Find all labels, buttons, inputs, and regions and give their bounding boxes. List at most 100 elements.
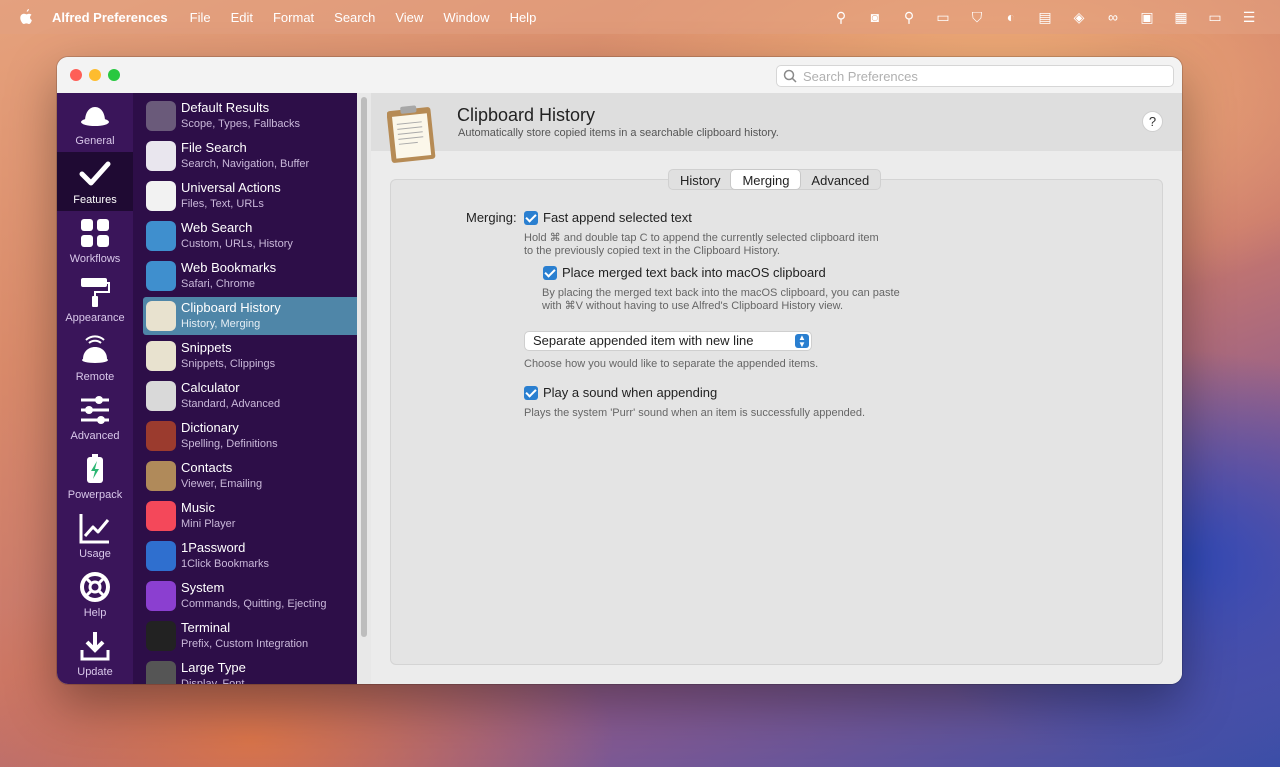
feature-subtitle: Prefix, Custom Integration [181,638,309,650]
place-back-checkbox[interactable] [543,266,557,280]
checkmark-icon [79,161,111,186]
control-center-icon[interactable]: ☰ [1232,9,1266,26]
settings-panel: Merging: Fast append selected text Hold … [390,179,1163,665]
tab-history[interactable]: History [669,170,731,189]
grid-icon [81,219,109,247]
feature-subtitle: Custom, URLs, History [181,238,293,250]
feature-subtitle: Standard, Advanced [181,398,281,410]
rail-label: Workflows [69,253,121,265]
tab-advanced[interactable]: Advanced [800,170,880,189]
feature-item[interactable]: File Search Search, Navigation, Buffer [143,137,357,175]
menu-search[interactable]: Search [334,10,375,25]
onepassword-icon [146,541,176,571]
rail-label: Help [83,607,107,619]
fast-append-label[interactable]: Fast append selected text [543,210,692,225]
feature-title: 1Password [181,540,246,555]
place-back-hint: By placing the merged text back into the… [542,287,900,312]
file-search-icon [146,141,176,171]
feature-title: Dictionary [181,420,239,435]
screen-icon[interactable]: ▭ [926,9,960,26]
clipboard-icon [387,105,436,163]
menu-help[interactable]: Help [510,10,537,25]
feature-title: Default Results [181,100,270,115]
search-preferences-input[interactable]: Search Preferences [776,65,1174,87]
apple-icon[interactable] [18,8,34,26]
place-back-label[interactable]: Place merged text back into macOS clipbo… [562,265,826,280]
rail-item-powerpack[interactable]: Powerpack [57,447,133,506]
feature-title: System [181,580,225,595]
feature-item[interactable]: Calculator Standard, Advanced [143,377,357,415]
broom-icon[interactable]: ⚲ [824,9,858,26]
feature-subtitle: History, Merging [181,318,261,330]
rail-item-advanced[interactable]: Advanced [57,388,133,447]
battery-bolt-icon [87,454,103,483]
zoom-button[interactable] [108,69,120,81]
feature-item[interactable]: Snippets Snippets, Clippings [143,337,357,375]
feature-item[interactable]: Contacts Viewer, Emailing [143,457,357,495]
rail-item-usage[interactable]: Usage [57,506,133,565]
rail-item-appearance[interactable]: Appearance [57,270,133,329]
menu-file[interactable]: File [190,10,211,25]
chevron-updown-icon: ▲ ▼ [795,334,809,349]
menu-window[interactable]: Window [443,10,489,25]
feature-item[interactable]: Universal Actions Files, Text, URLs [143,177,357,215]
fast-append-checkbox[interactable] [524,211,538,225]
menu-bar: Alfred Preferences File Edit Format Sear… [0,0,1280,34]
preferences-window: Search Preferences General Features Work… [57,57,1182,684]
rail-item-general[interactable]: General [57,93,133,152]
feature-item[interactable]: Clipboard History History, Merging [143,297,357,335]
menu-format[interactable]: Format [273,10,314,25]
feature-subtitle: Safari, Chrome [181,278,255,290]
close-button[interactable] [70,69,82,81]
minimize-button[interactable] [89,69,101,81]
feature-title: Clipboard History [181,300,281,315]
rail-item-help[interactable]: Help [57,565,133,624]
web-search-icon [146,221,176,251]
feature-item[interactable]: System Commands, Quitting, Ejecting [143,577,357,615]
feature-subtitle: Search, Navigation, Buffer [181,158,310,170]
link-icon[interactable]: ∞ [1096,9,1130,25]
separator-select[interactable]: Separate appended item with new line ▲ ▼ [524,331,812,351]
rail-label: General [75,135,115,147]
rail-label: Powerpack [67,489,123,501]
feature-item[interactable]: Default Results Scope, Types, Fallbacks [143,97,357,135]
contrast-icon[interactable]: ◐ [994,9,1028,25]
rail-item-update[interactable]: Update [57,624,133,683]
title-bar: Search Preferences [57,57,1182,93]
tab-merging[interactable]: Merging [731,170,801,189]
feature-item[interactable]: Web Bookmarks Safari, Chrome [143,257,357,295]
play-sound-label[interactable]: Play a sound when appending [543,385,717,400]
menu-view[interactable]: View [395,10,423,25]
feature-subtitle: Mini Player [181,518,236,530]
card-icon[interactable]: ▣ [1130,9,1164,26]
play-sound-checkbox[interactable] [524,386,538,400]
feature-title: File Search [181,140,247,155]
rail-item-workflows[interactable]: Workflows [57,211,133,270]
magnifier-icon[interactable]: ⚲ [892,9,926,26]
feature-item[interactable]: Terminal Prefix, Custom Integration [143,617,357,655]
rail-item-remote[interactable]: Remote [57,329,133,388]
feature-title: Calculator [181,380,240,395]
feature-item[interactable]: Music Mini Player [143,497,357,535]
hat-icon [81,107,109,126]
app-name-menu[interactable]: Alfred Preferences [52,10,168,25]
help-button[interactable]: ? [1142,111,1163,132]
menu-edit[interactable]: Edit [231,10,253,25]
rail-label: Appearance [65,312,125,324]
battery-icon[interactable]: ▭ [1198,9,1232,26]
rail-item-features[interactable]: Features [57,152,133,211]
keyboard-icon[interactable]: ▤ [1028,9,1062,26]
feature-item[interactable]: Web Search Custom, URLs, History [143,217,357,255]
list-scrollbar[interactable] [361,97,367,637]
calculator-icon [146,381,176,411]
menu-icon[interactable]: ▦ [1164,9,1198,26]
camera-icon[interactable]: ◙ [858,9,892,25]
rail-label: Features [73,194,117,206]
layers-icon[interactable]: ◈ [1062,9,1096,26]
feature-item[interactable]: Dictionary Spelling, Definitions [143,417,357,455]
universal-actions-icon [146,181,176,211]
shield-icon[interactable]: ⛉ [960,9,994,26]
fast-append-hint: Hold ⌘ and double tap C to append the cu… [524,232,879,257]
feature-item[interactable]: 1Password 1Click Bookmarks [143,537,357,575]
feature-item[interactable]: Large Type Display, Font [143,657,357,684]
